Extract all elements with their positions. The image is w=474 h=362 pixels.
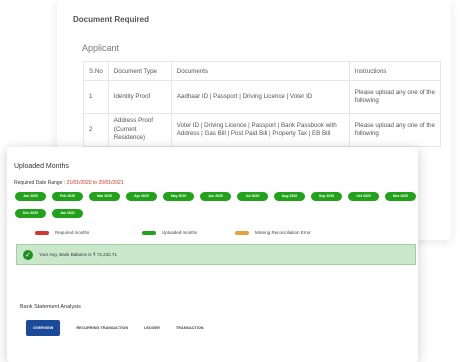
tab-overview[interactable]: OVERVIEW <box>26 320 61 336</box>
analysis-tabs: OVERVIEW RECURRING TRANSACTION LEDGER TR… <box>26 320 220 336</box>
legend-uploaded: Uploaded months <box>142 230 197 235</box>
table-row: 1 Identity Proof Aadhaar ID | Passport |… <box>83 80 442 114</box>
date-range-label: Required Date Range : <box>14 180 66 186</box>
check-circle-icon: ✓ <box>23 249 33 260</box>
tab-ledger[interactable]: LEDGER <box>144 326 160 330</box>
legend-required: Required months <box>35 230 89 235</box>
month-chip[interactable]: Jan 2021 <box>52 209 83 218</box>
legend-swatch <box>235 230 249 235</box>
cell-instructions: Please upload any one of the following <box>348 113 442 147</box>
month-chip[interactable]: Oct 2020 <box>348 192 379 201</box>
analysis-title: Bank Statement Analysis <box>20 304 81 310</box>
header-document-type: Document Type <box>107 61 172 81</box>
tab-recurring-transaction[interactable]: RECURRING TRANSACTION <box>76 326 128 330</box>
legend-swatch <box>142 230 156 235</box>
month-chip[interactable]: May 2020 <box>163 192 194 201</box>
legend-missing: Missing Reconciliation Error <box>235 230 311 235</box>
month-chip[interactable]: Mar 2020 <box>89 192 120 201</box>
month-chip[interactable]: Feb 2020 <box>52 192 83 201</box>
balance-alert: ✓ Your Avg. Bank Balance is ₹ 72,232.71 <box>16 244 416 265</box>
cell-sno: 1 <box>83 80 109 114</box>
date-range-value: 21/01/2020 to 20/01/2021 <box>66 180 124 186</box>
month-chip[interactable]: Apr 2020 <box>126 192 157 201</box>
header-instructions: Instructions <box>348 61 442 81</box>
tab-transaction[interactable]: TRANSACTION <box>176 326 204 330</box>
documents-table: S.No Document Type Documents Instruction… <box>83 61 442 147</box>
date-range: Required Date Range : 21/01/2020 to 20/0… <box>14 180 124 186</box>
legend-label: Missing Reconciliation Error <box>255 230 311 235</box>
cell-instructions: Please upload any one of the following <box>348 80 442 114</box>
table-row: 2 Address Proof (Current Residence) Vote… <box>83 113 442 147</box>
legend-label: Uploaded months <box>162 230 198 235</box>
month-chip[interactable]: Jun 2020 <box>200 192 231 201</box>
header-documents: Documents <box>170 61 350 81</box>
cell-document-type: Identity Proof <box>107 80 172 114</box>
table-header-row: S.No Document Type Documents Instruction… <box>83 61 442 81</box>
cell-document-type: Address Proof (Current Residence) <box>107 113 172 147</box>
month-chip[interactable]: Nov 2020 <box>385 192 416 201</box>
legend-swatch <box>35 230 49 235</box>
month-chip[interactable]: Aug 2020 <box>274 192 305 201</box>
cell-documents: Aadhaar ID | Passport | Driving Licence … <box>170 80 350 114</box>
cell-documents: Voter ID | Driving Licence | Passport | … <box>170 113 350 147</box>
card-title: Document Required <box>73 15 150 24</box>
month-chip[interactable]: Dec 2020 <box>15 209 46 218</box>
balance-text: Your Avg. Bank Balance is ₹ 72,232.71 <box>39 251 117 257</box>
header-sno: S.No <box>83 61 109 81</box>
section-subtitle: Applicant <box>82 43 120 53</box>
legend-label: Required months <box>55 230 90 235</box>
cell-sno: 2 <box>83 113 109 147</box>
card-title: Uploaded Months <box>14 163 69 170</box>
month-chip[interactable]: Jul 2020 <box>237 192 268 201</box>
month-chip[interactable]: Jan 2020 <box>15 192 46 201</box>
month-chip[interactable]: Sep 2020 <box>311 192 342 201</box>
uploaded-months-card: Uploaded Months Required Date Range : 21… <box>7 147 418 362</box>
